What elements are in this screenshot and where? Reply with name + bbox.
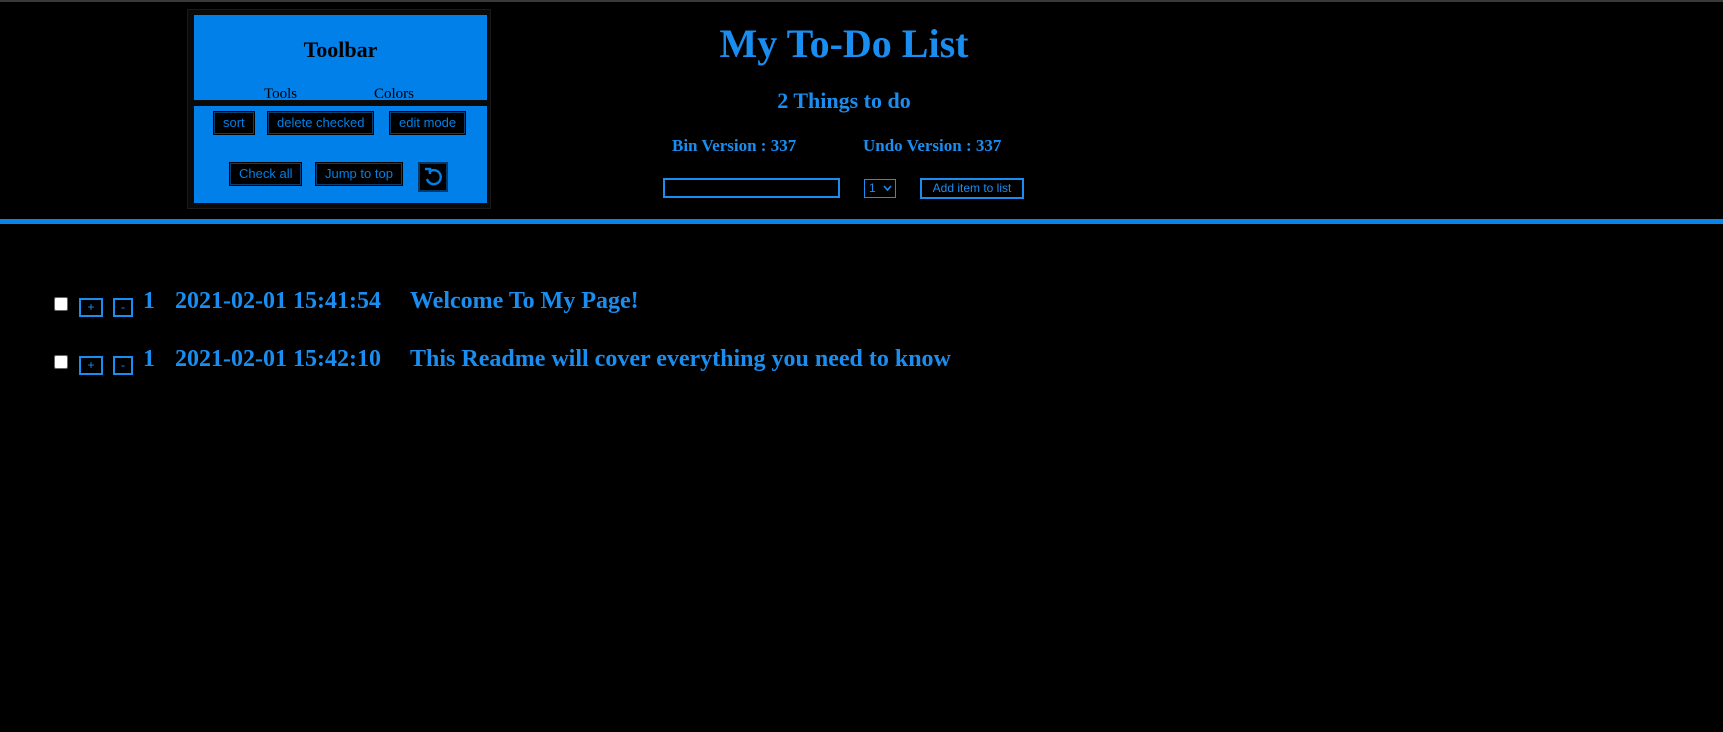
jump-to-top-button[interactable]: Jump to top xyxy=(316,163,402,185)
list-item: + - 1 2021-02-01 15:42:10 This Readme wi… xyxy=(0,345,1723,385)
undo-version: Undo Version : 337 xyxy=(863,136,1002,155)
item-priority: 1 xyxy=(143,346,155,372)
undo-icon xyxy=(425,167,442,186)
new-item-input[interactable] xyxy=(663,178,840,198)
edit-mode-button[interactable]: edit mode xyxy=(390,112,466,134)
sort-button[interactable]: sort xyxy=(214,112,254,134)
undo-button[interactable] xyxy=(418,162,448,192)
top-border xyxy=(0,0,1723,2)
delete-checked-button[interactable]: delete checked xyxy=(268,112,374,134)
tab-tools[interactable]: Tools xyxy=(264,86,297,103)
item-checkbox[interactable] xyxy=(54,297,68,311)
item-timestamp: 2021-02-01 15:42:10 xyxy=(175,346,381,372)
item-timestamp: 2021-02-01 15:41:54 xyxy=(175,288,381,314)
check-all-button[interactable]: Check all xyxy=(230,163,302,185)
item-priority: 1 xyxy=(143,288,155,314)
tab-colors[interactable]: Colors xyxy=(374,86,414,103)
item-text[interactable]: Welcome To My Page! xyxy=(410,288,639,315)
app-page: Toolbar Tools Colors sort delete checked… xyxy=(0,0,1723,732)
add-item-button[interactable]: Add item to list xyxy=(920,178,1024,199)
toolbar-title: Toolbar xyxy=(303,37,378,62)
priority-selected-value: 1 xyxy=(869,181,876,195)
header-divider xyxy=(0,219,1723,224)
page-title: My To-Do List xyxy=(719,21,969,66)
increase-priority-button[interactable]: + xyxy=(79,298,103,317)
chevron-down-icon xyxy=(883,185,892,192)
priority-select[interactable]: 1 xyxy=(864,179,896,198)
item-text[interactable]: This Readme will cover everything you ne… xyxy=(410,346,951,373)
items-count: 2 Things to do xyxy=(777,88,911,113)
item-checkbox[interactable] xyxy=(54,355,68,369)
increase-priority-button[interactable]: + xyxy=(79,356,103,375)
decrease-priority-button[interactable]: - xyxy=(113,356,133,375)
toolbar-header: Toolbar Tools Colors xyxy=(194,15,487,103)
bin-version: Bin Version : 337 xyxy=(672,136,797,155)
toolbar-body: sort delete checked edit mode Check all … xyxy=(194,106,487,203)
toolbar-panel: Toolbar Tools Colors sort delete checked… xyxy=(187,9,491,209)
list-item: + - 1 2021-02-01 15:41:54 Welcome To My … xyxy=(0,287,1723,327)
decrease-priority-button[interactable]: - xyxy=(113,298,133,317)
